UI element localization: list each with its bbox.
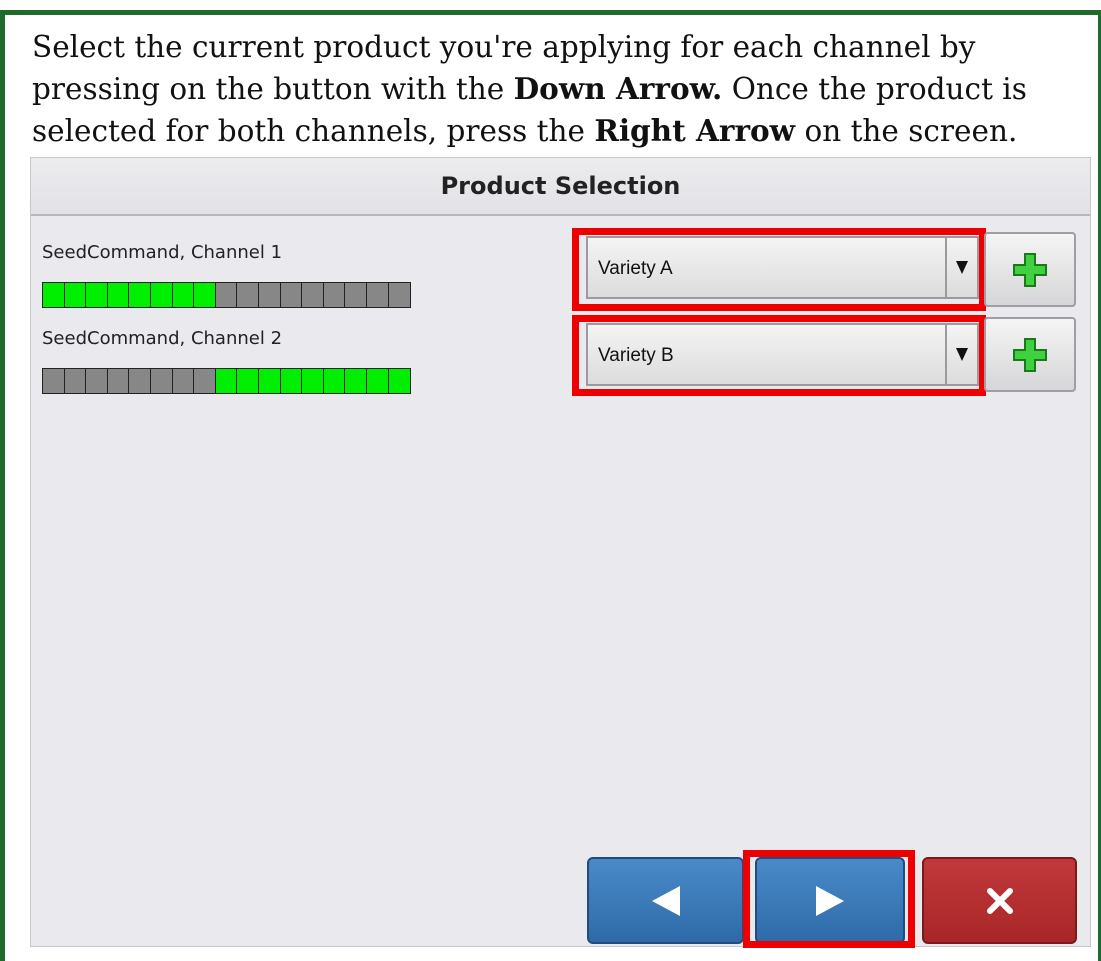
green-plus-icon [1013, 337, 1047, 372]
section-segment [86, 283, 108, 307]
instruction-bold-right-arrow: Right Arrow [594, 113, 796, 148]
channel-2-label: SeedCommand, Channel 2 [42, 328, 283, 349]
section-segment [280, 283, 303, 307]
section-segment [280, 369, 303, 393]
section-segment [323, 283, 346, 307]
section-segment [237, 283, 259, 307]
channel-2-section-bar [42, 368, 412, 394]
left-arrow-icon [651, 885, 680, 916]
section-segment [388, 369, 411, 393]
section-segment [302, 283, 324, 307]
channel-1-add-product-button[interactable] [984, 232, 1076, 307]
section-segment [129, 369, 151, 393]
section-segment [345, 283, 367, 307]
back-button[interactable] [587, 857, 744, 944]
section-segment [258, 283, 281, 307]
section-segment [107, 283, 130, 307]
instruction-part-3: on the screen. [795, 114, 1018, 148]
section-segment [150, 283, 173, 307]
channel-1-label: SeedCommand, Channel 1 [42, 242, 283, 263]
section-segment [388, 283, 411, 307]
section-segment [43, 369, 65, 393]
cancel-button[interactable] [922, 857, 1077, 944]
section-segment [43, 283, 65, 307]
page-title: Product Selection [31, 158, 1090, 216]
section-segment [107, 369, 130, 393]
section-segment [323, 369, 346, 393]
section-segment [215, 283, 238, 307]
instruction-bold-down-arrow: Down Arrow. [513, 71, 723, 106]
instruction-text: Select the current product you're applyi… [32, 26, 1092, 152]
section-segment [366, 369, 389, 393]
channel-2-dropdown-highlight [572, 315, 986, 396]
green-plus-icon [1013, 252, 1047, 287]
section-segment [302, 369, 324, 393]
section-segment [215, 369, 238, 393]
section-segment [64, 283, 87, 307]
section-segment [86, 369, 108, 393]
section-segment [366, 283, 389, 307]
section-segment [194, 369, 216, 393]
next-button-highlight [743, 850, 915, 948]
channel-1-section-bar [42, 282, 412, 308]
section-segment [172, 283, 195, 307]
section-segment [150, 369, 173, 393]
channel-1-dropdown-highlight [572, 228, 986, 311]
product-selection-screen: Product Selection SeedCommand, Channel 1… [30, 157, 1091, 948]
section-segment [64, 369, 87, 393]
section-segment [172, 369, 195, 393]
channel-2-add-product-button[interactable] [984, 317, 1076, 392]
section-segment [345, 369, 367, 393]
close-x-icon [986, 887, 1013, 914]
section-segment [129, 283, 151, 307]
section-segment [237, 369, 259, 393]
section-segment [258, 369, 281, 393]
section-segment [194, 283, 216, 307]
